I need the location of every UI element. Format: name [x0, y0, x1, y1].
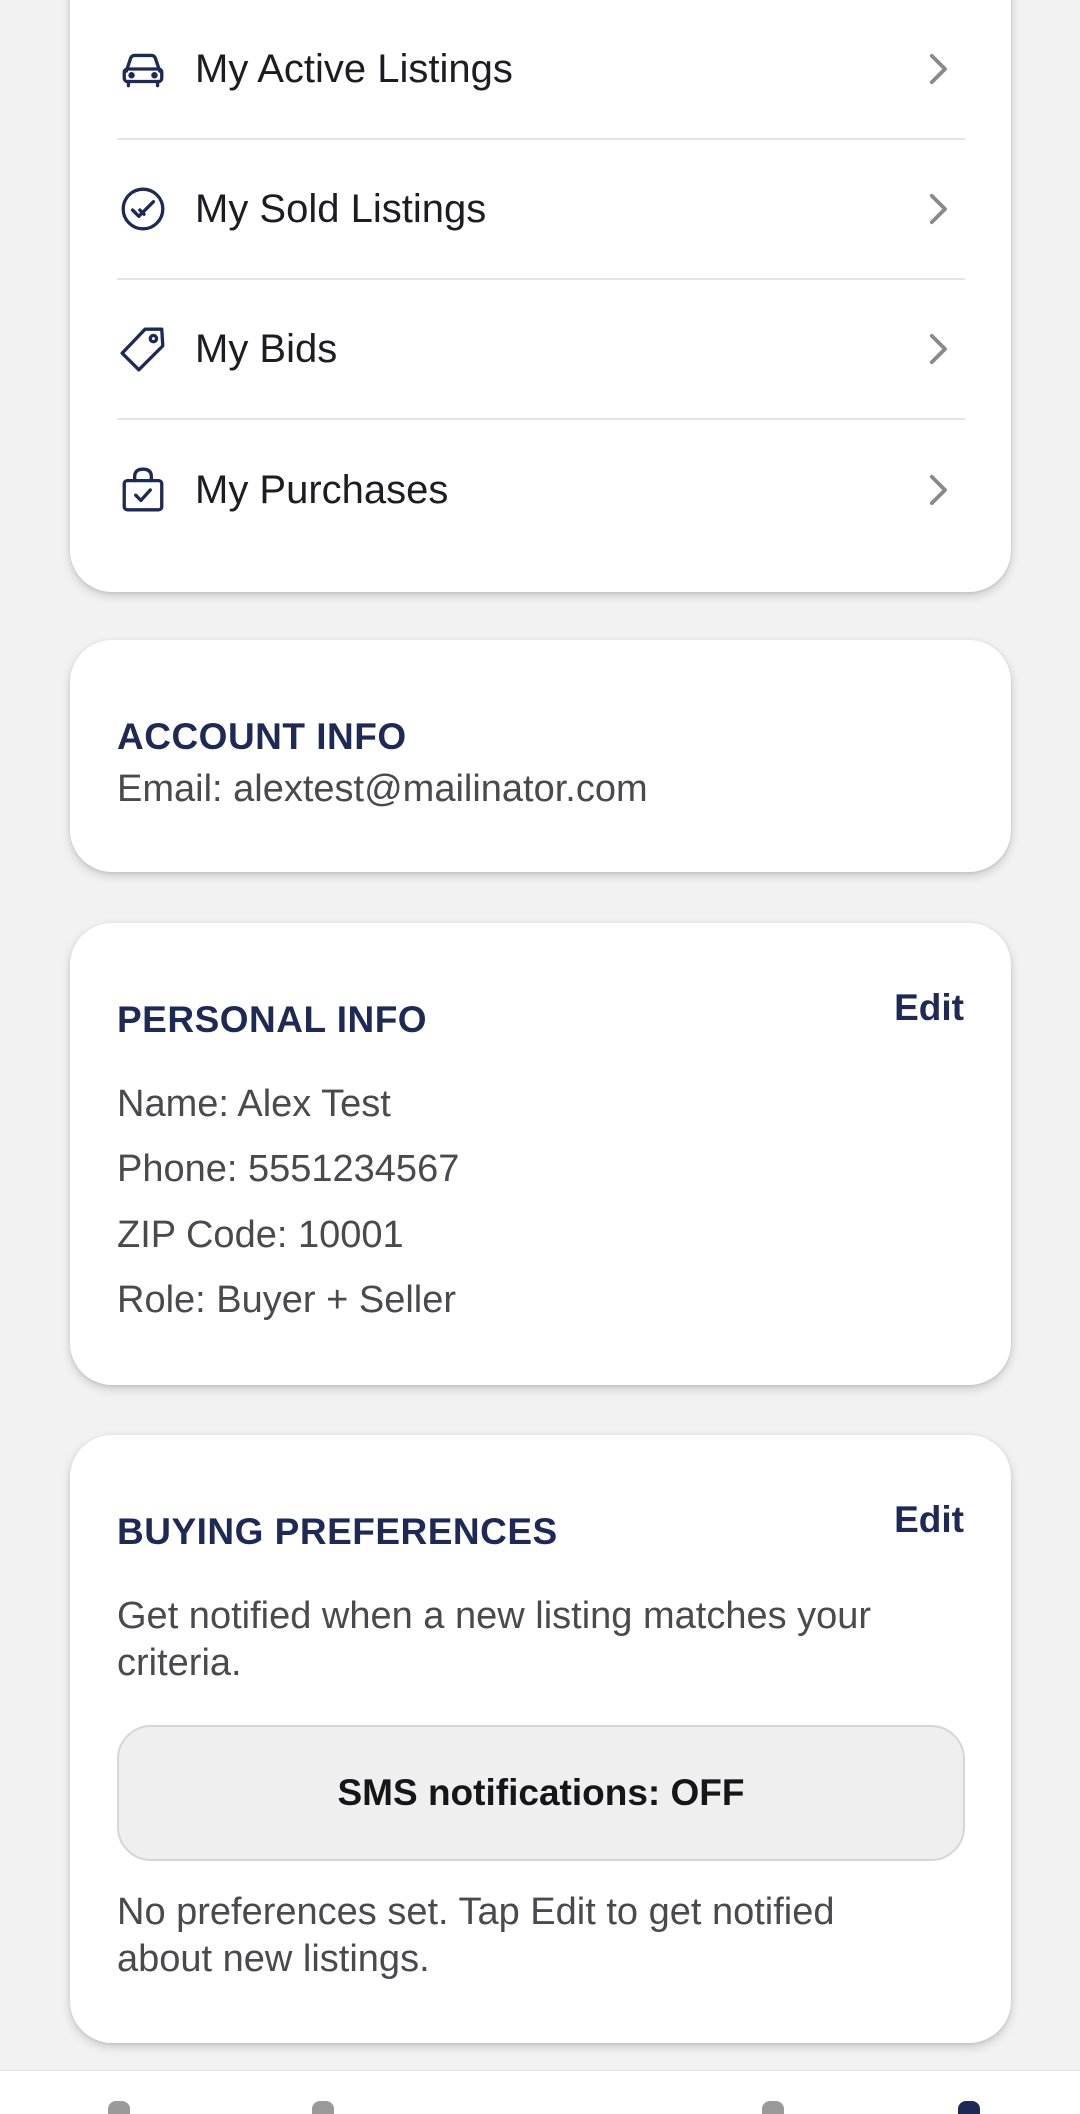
menu-item-label: My Bids [195, 326, 338, 371]
chevron-right-icon [919, 189, 959, 229]
sms-notifications-status[interactable]: SMS notifications: OFF [117, 1725, 965, 1861]
menu-item-bids[interactable]: My Bids [117, 280, 965, 420]
bottom-nav-bar [0, 2070, 1080, 2114]
menu-item-label: My Active Listings [195, 46, 513, 91]
buying-description-line1: Get notified when a new listing matches … [117, 1595, 872, 1637]
no-preferences-line2: about new listings. [117, 1938, 430, 1980]
listings-menu-card: My Active Listings My Sold Listings My B… [70, 0, 1011, 592]
menu-item-label: My Sold Listings [195, 186, 487, 231]
personal-zip: ZIP Code: 10001 [117, 1214, 404, 1256]
tag-icon [117, 323, 169, 375]
nav-profile-icon[interactable] [958, 2101, 980, 2114]
check-circle-icon [117, 183, 169, 235]
profile-screen: My Active Listings My Sold Listings My B… [0, 0, 1080, 2114]
menu-item-purchases[interactable]: My Purchases [117, 420, 965, 560]
personal-info-card: PERSONAL INFO Edit Name: Alex Test Phone… [70, 923, 1011, 1385]
personal-role: Role: Buyer + Seller [117, 1279, 456, 1321]
account-info-card: ACCOUNT INFO Email: alextest@mailinator.… [70, 640, 1011, 872]
no-preferences-line1: No preferences set. Tap Edit to get noti… [117, 1891, 835, 1933]
buying-preferences-title: BUYING PREFERENCES [117, 1511, 558, 1552]
buying-preferences-card: BUYING PREFERENCES Edit Get notified whe… [70, 1435, 1011, 2043]
personal-info-title: PERSONAL INFO [117, 999, 428, 1040]
shopping-bag-check-icon [117, 464, 169, 516]
nav-home-icon[interactable] [108, 2101, 130, 2114]
chevron-right-icon [919, 329, 959, 369]
buying-preferences-edit-button[interactable]: Edit [894, 1499, 964, 1541]
menu-item-label: My Purchases [195, 467, 449, 512]
chevron-right-icon [919, 470, 959, 510]
nav-listings-icon[interactable] [762, 2101, 784, 2114]
menu-item-active-listings[interactable]: My Active Listings [117, 0, 965, 140]
menu-item-sold-listings[interactable]: My Sold Listings [117, 140, 965, 280]
buying-description-line2: criteria. [117, 1642, 242, 1684]
personal-name: Name: Alex Test [117, 1083, 391, 1125]
chevron-right-icon [919, 49, 959, 89]
personal-info-edit-button[interactable]: Edit [894, 987, 964, 1029]
account-email: Email: alextest@mailinator.com [117, 768, 648, 810]
car-icon [117, 43, 169, 95]
account-info-title: ACCOUNT INFO [117, 716, 407, 757]
nav-search-icon[interactable] [312, 2101, 334, 2114]
personal-phone: Phone: 5551234567 [117, 1148, 460, 1190]
